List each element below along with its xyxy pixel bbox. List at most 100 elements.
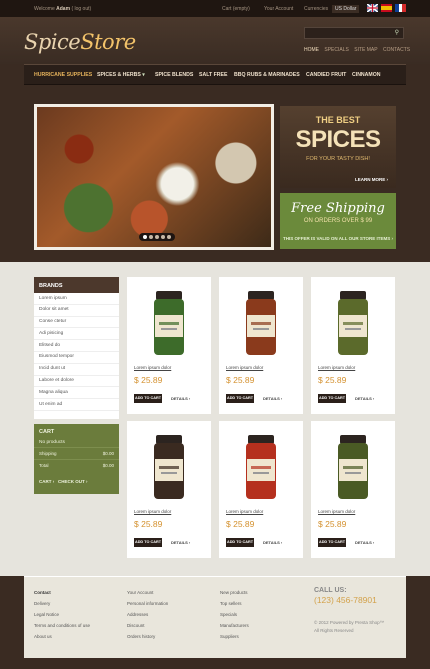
product-name[interactable]: Lorem ipsum dolor	[134, 365, 171, 370]
learn-more-link[interactable]: LEARN MORE ›	[355, 177, 388, 182]
brand-item[interactable]: Elitsed do	[34, 340, 119, 352]
promo-best-spices[interactable]: THE BEST SPICES FOR YOUR TASTY DISH! LEA…	[280, 106, 396, 188]
product-image[interactable]	[137, 429, 201, 503]
add-to-cart-button[interactable]: ADD TO CART	[226, 538, 254, 547]
footer-link[interactable]: Terms and conditions of use	[34, 623, 90, 628]
slider-dot[interactable]	[167, 235, 171, 239]
slider-dot[interactable]	[143, 235, 147, 239]
product-image[interactable]	[137, 285, 201, 359]
logout-link[interactable]: ( log out)	[71, 6, 91, 12]
product-image[interactable]	[229, 429, 293, 503]
details-link[interactable]: DETAILS ›	[355, 540, 374, 545]
product-card[interactable]: Lorem ipsum dolor $ 25.89 ADD TO CART DETAI…	[311, 277, 395, 414]
flag-en-icon[interactable]	[367, 4, 378, 12]
details-link[interactable]: DETAILS ›	[171, 540, 190, 545]
search-icon[interactable]: ⚲	[395, 29, 399, 36]
add-to-cart-button[interactable]: ADD TO CART	[134, 538, 162, 547]
product-image[interactable]	[321, 285, 385, 359]
cart-link[interactable]: Cart (empty)	[222, 6, 250, 12]
product-card[interactable]: Lorem ipsum dolor $ 25.89 ADD TO CART DETAI…	[219, 277, 303, 414]
product-name[interactable]: Lorem ipsum dolor	[134, 509, 171, 514]
footer-link[interactable]: Suppliers	[220, 634, 239, 639]
promo-free-shipping[interactable]: Free Shipping ON ORDERS OVER $ 99 THIS O…	[280, 193, 396, 249]
add-to-cart-button[interactable]: ADD TO CART	[318, 394, 346, 403]
product-card[interactable]: Lorem ipsum dolor $ 25.89 ADD TO CART DETAI…	[127, 421, 211, 558]
footer-link[interactable]: Delivery	[34, 601, 50, 606]
flag-es-icon[interactable]	[381, 4, 392, 12]
product-card[interactable]: Lorem ipsum dolor $ 25.89 ADD TO CART DETAI…	[127, 277, 211, 414]
nav-sitemap[interactable]: SITE MAP	[354, 47, 377, 53]
slider-dot[interactable]	[161, 235, 165, 239]
brand-item[interactable]: Incid dunt ut	[34, 364, 119, 376]
slider-dot[interactable]	[149, 235, 153, 239]
brand-item[interactable]: Dolor sit amet	[34, 305, 119, 317]
currency-select[interactable]: US Dollar	[332, 5, 360, 13]
product-name[interactable]: Lorem ipsum dolor	[318, 509, 355, 514]
slider-pager[interactable]	[139, 233, 175, 241]
footer-link[interactable]: Top sellers	[220, 601, 242, 606]
brand-item[interactable]: Conse ctetur	[34, 317, 119, 329]
cart-empty-text: No products	[39, 440, 65, 445]
product-image[interactable]	[321, 429, 385, 503]
add-to-cart-button[interactable]: ADD TO CART	[318, 538, 346, 547]
brand-item[interactable]: Adi pisicing	[34, 328, 119, 341]
details-link[interactable]: DETAILS ›	[263, 540, 282, 545]
product-name[interactable]: Lorem ipsum dolor	[226, 509, 263, 514]
footer-link[interactable]: Your Account	[127, 590, 153, 595]
footer-link[interactable]: Personal information	[127, 601, 168, 606]
shipping-value: $0.00	[102, 451, 114, 456]
brand-item[interactable]: Magna aliqua	[34, 387, 119, 400]
cart-button[interactable]: CART ›	[39, 479, 54, 484]
footer-link[interactable]: Addresses	[127, 612, 148, 617]
menu-item-candied-fruit[interactable]: Candied Fruit	[306, 72, 346, 78]
footer-link[interactable]: Discount	[127, 623, 145, 628]
checkout-button[interactable]: CHECK OUT ›	[58, 479, 88, 484]
footer-col-info: Contact Delivery Legal Notice Terms and …	[34, 587, 90, 642]
menu-item-bbq[interactable]: BBQ Rubs & Marinades	[234, 72, 300, 78]
nav-contacts[interactable]: CONTACTS	[383, 47, 410, 53]
promo2-line3[interactable]: THIS OFFER IS VALID ON ALL OUR STORE ITE…	[280, 236, 396, 241]
menu-item-hurricane[interactable]: Hurricane supplies	[34, 72, 92, 78]
brand-item[interactable]: Ut enim ad	[34, 399, 119, 411]
product-card[interactable]: Lorem ipsum dolor $ 25.89 ADD TO CART DETAI…	[311, 421, 395, 558]
search-input[interactable]: ⚲	[304, 27, 404, 39]
menu-item-spice-blends[interactable]: Spice Blends	[155, 72, 193, 78]
hero-slider[interactable]	[34, 104, 274, 250]
product-card[interactable]: Lorem ipsum dolor $ 25.89 ADD TO CART DETAI…	[219, 421, 303, 558]
add-to-cart-button[interactable]: ADD TO CART	[226, 394, 254, 403]
account-link[interactable]: Your Account	[264, 6, 293, 12]
footer-link[interactable]: Specials	[220, 612, 237, 617]
flag-fr-icon[interactable]	[395, 4, 406, 12]
currencies-label: Currencies	[304, 6, 329, 12]
product-price: $ 25.89	[226, 519, 255, 529]
add-to-cart-button[interactable]: ADD TO CART	[134, 394, 162, 403]
footer-link[interactable]: Orders history	[127, 634, 155, 639]
product-image[interactable]	[229, 285, 293, 359]
menu-item-salt-free[interactable]: Salt Free	[199, 72, 227, 78]
details-link[interactable]: DETAILS ›	[355, 396, 374, 401]
menu-item-cinnamon[interactable]: Cinnamon	[352, 72, 381, 78]
nav-specials[interactable]: SPECIALS	[324, 47, 348, 53]
product-name[interactable]: Lorem ipsum dolor	[318, 365, 355, 370]
footer-link[interactable]: About us	[34, 634, 52, 639]
footer-link[interactable]: Manufacturers	[220, 623, 249, 628]
brands-block: Brands Lorem ipsum Dolor sit amet Conse …	[34, 277, 119, 419]
brand-item[interactable]: Labore et dolore	[34, 376, 119, 388]
call-us-label: CALL US:	[314, 587, 347, 594]
details-link[interactable]: DETAILS ›	[171, 396, 190, 401]
details-link[interactable]: DETAILS ›	[263, 396, 282, 401]
brand-item[interactable]: Eiusmod tempor	[34, 352, 119, 364]
product-name[interactable]: Lorem ipsum dolor	[226, 365, 263, 370]
footer-link[interactable]: New products	[220, 590, 248, 595]
slider-dot[interactable]	[155, 235, 159, 239]
footer-link[interactable]: Legal Notice	[34, 612, 59, 617]
nav-home[interactable]: HOME	[304, 47, 319, 53]
promo1-line1: THE BEST	[315, 115, 361, 125]
footer-link[interactable]: Contact	[34, 590, 51, 595]
menu-item-spices-herbs[interactable]: Spices & Herbs ▾	[97, 72, 145, 78]
logo[interactable]: SpiceStore	[24, 30, 136, 54]
chevron-down-icon: ▾	[142, 72, 145, 78]
product-price: $ 25.89	[318, 519, 347, 529]
brand-item[interactable]: Lorem ipsum	[34, 293, 119, 305]
brands-title: Brands	[34, 277, 119, 293]
